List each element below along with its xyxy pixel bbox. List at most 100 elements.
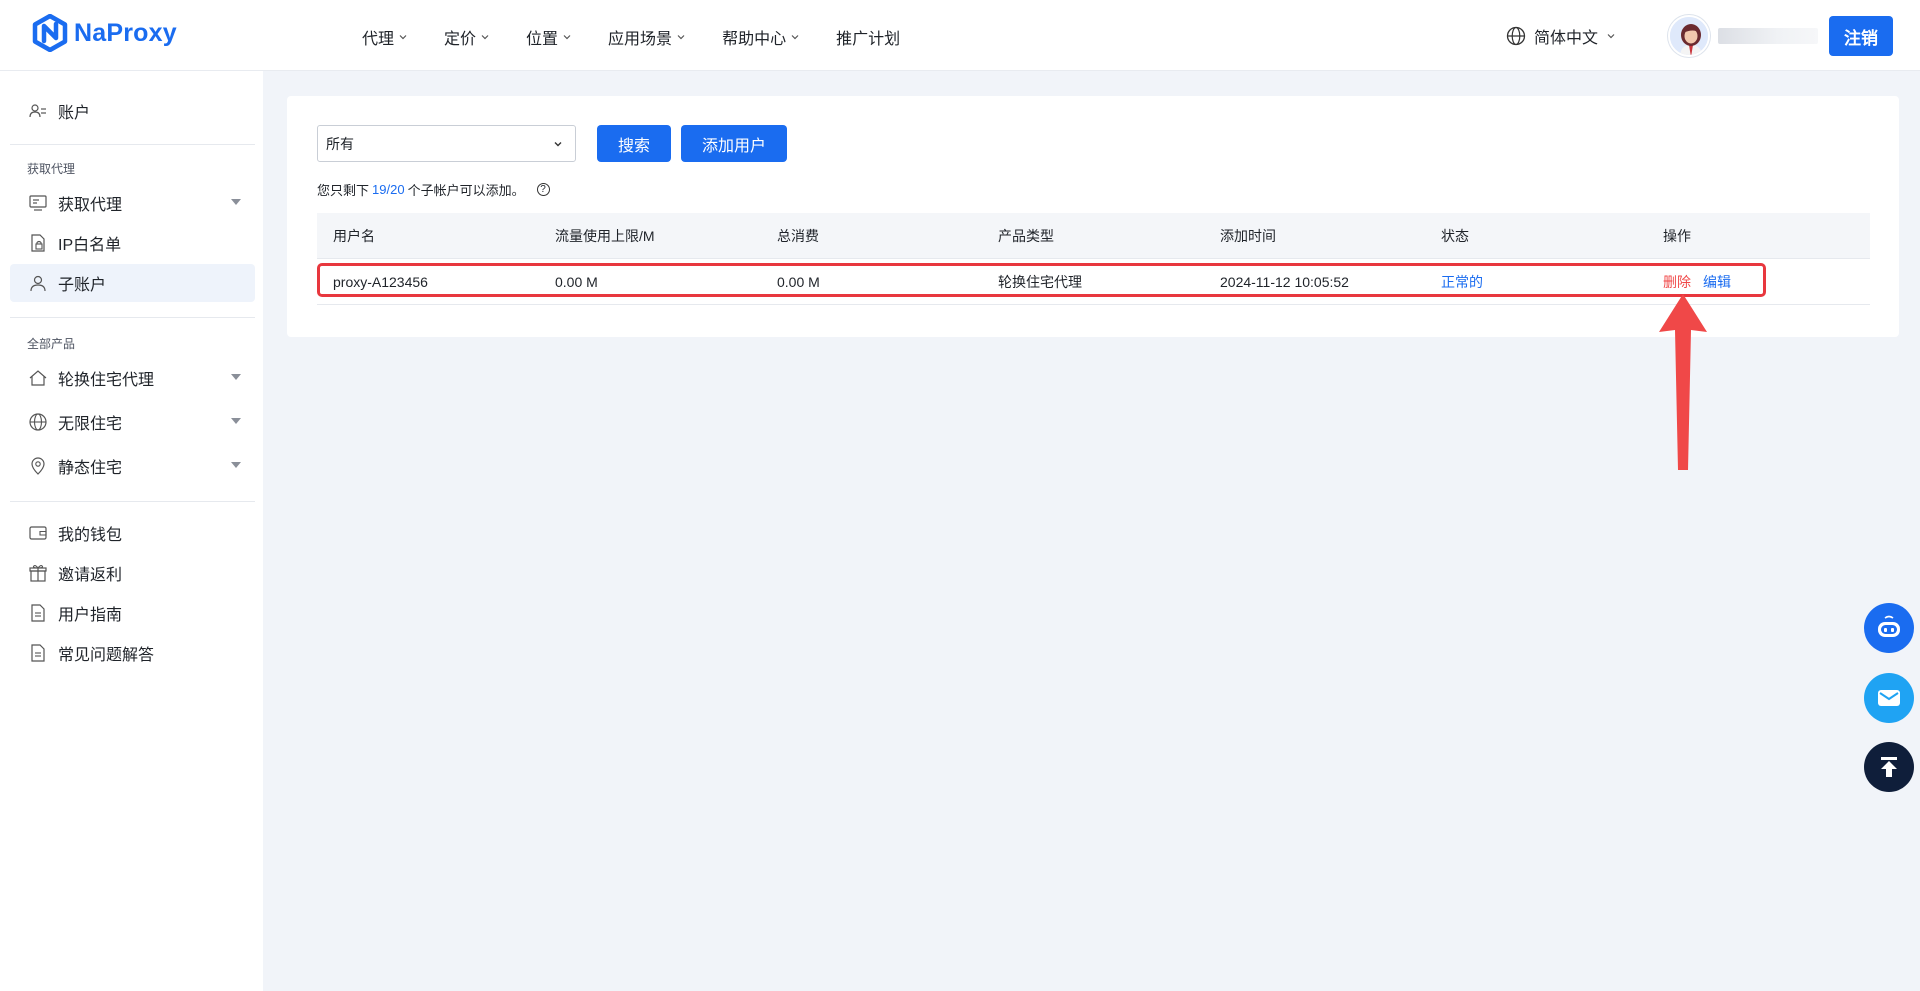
nav-label: 推广计划 [836,31,901,48]
gift-icon [29,564,47,582]
robot-chat-icon [1878,615,1900,637]
sidebar-item-label: 我的钱包 [58,527,123,544]
nav-label: 帮助中心 [722,31,787,48]
back-to-top-icon [1881,757,1897,777]
sidebar-item-label: 常见问题解答 [58,647,155,664]
wallet-icon [29,526,47,540]
username-redacted [1718,28,1818,44]
chevron-down-icon [554,142,562,147]
chevron-down-icon [791,35,799,40]
nav-item-help-center[interactable]: 帮助中心 [722,25,800,49]
location-pin-icon [31,457,45,475]
select-value: 所有 [326,135,354,152]
chevron-down-icon [481,35,489,40]
nav-item-pricing[interactable]: 定价 [444,25,490,49]
sidebar-item-label: 子账户 [58,277,107,294]
cell-product-type: 轮换住宅代理 [998,273,1082,290]
edit-button[interactable]: 编辑 [1703,274,1731,290]
notice-prefix: 您只剩下 [317,183,370,198]
sub-account-quota-notice: 您只剩下 19/20 个子帐户可以添加。 ? [317,180,550,199]
caret-down-icon [231,462,241,468]
column-header-status: 状态 [1441,227,1469,244]
cell-added-time: 2024-11-12 10:05:52 [1220,273,1349,290]
document-lock-icon [31,234,45,252]
account-icon [29,104,46,118]
cell-traffic-limit: 0.00 M [555,273,598,290]
document-icon [31,644,45,662]
brand-name: NaProxy [74,18,177,47]
naproxy-logo-icon [32,14,68,52]
sidebar-item-label: 邀请返利 [58,567,123,584]
cell-username: proxy-A123456 [333,273,428,290]
chevron-down-icon [563,35,571,40]
nav-item-affiliate[interactable]: 推广计划 [836,25,900,49]
sidebar-item-user-guide[interactable]: 用户指南 [10,594,255,632]
sidebar-item-label: 无限住宅 [58,416,123,433]
column-header-product-type: 产品类型 [998,227,1054,244]
nav-label: 代理 [362,31,395,48]
nav-label: 位置 [526,31,559,48]
annotation-arrow-icon [1659,294,1707,470]
table-header: 用户名 流量使用上限/M 总消费 产品类型 添加时间 状态 操作 [317,213,1870,259]
sub-account-table: 用户名 流量使用上限/M 总消费 产品类型 添加时间 状态 操作 proxy-A… [317,213,1870,305]
notice-suffix: 个子帐户可以添加。 [407,183,525,198]
brand-logo[interactable]: NaProxy [32,14,177,52]
sidebar-item-label: 账户 [58,105,91,122]
language-selector[interactable]: 简体中文 [1506,24,1616,48]
monitor-icon [29,195,47,211]
search-button[interactable]: 搜索 [597,125,671,162]
chatbot-button[interactable] [1864,603,1914,653]
nav-label: 定价 [444,31,477,48]
top-navigation-bar: NaProxy 代理 定价 位置 应用场景 帮助中心 推广计划 简体中文 注销 [0,0,1920,71]
sidebar-item-sub-account[interactable]: 子账户 [10,264,255,302]
sidebar-item-ip-whitelist[interactable]: IP白名单 [10,224,255,262]
column-header-username: 用户名 [333,227,375,244]
sidebar-item-account[interactable]: 账户 [10,92,255,130]
help-icon[interactable]: ? [536,183,550,196]
sidebar-item-unlimited-residential[interactable]: 无限住宅 [10,403,255,441]
sidebar-item-label: 获取代理 [58,197,123,214]
quota-count: 19/20 [372,182,405,197]
nav-item-use-cases[interactable]: 应用场景 [608,25,686,49]
back-to-top-button[interactable] [1864,742,1914,792]
document-icon [31,604,45,622]
sidebar-group-get-proxy: 获取代理 [27,162,76,176]
sidebar-item-label: 静态住宅 [58,460,123,477]
column-header-traffic-limit: 流量使用上限/M [555,227,655,244]
mail-icon [1878,690,1900,706]
column-header-total-consumption: 总消费 [777,227,819,244]
sidebar-item-wallet[interactable]: 我的钱包 [10,514,255,552]
contact-mail-button[interactable] [1864,673,1914,723]
language-label: 简体中文 [1534,30,1599,47]
cell-actions: 删除 编辑 [1663,272,1731,292]
chevron-down-icon [677,35,685,40]
delete-button[interactable]: 删除 [1663,274,1691,290]
sidebar-item-label: 轮换住宅代理 [58,372,155,389]
status-badge: 正常的 [1441,273,1483,290]
avatar[interactable] [1668,15,1710,57]
home-icon [29,370,47,386]
caret-down-icon [231,374,241,380]
caret-down-icon [231,199,241,205]
globe-icon [1506,26,1526,46]
sidebar-item-rotating-residential[interactable]: 轮换住宅代理 [10,359,255,397]
add-user-button[interactable]: 添加用户 [681,125,787,162]
table-row: proxy-A123456 0.00 M 0.00 M 轮换住宅代理 2024-… [317,259,1870,305]
nav-item-locations[interactable]: 位置 [526,25,572,49]
sidebar-divider [10,144,255,145]
sidebar-item-label: 用户指南 [58,607,123,624]
sidebar-item-invite[interactable]: 邀请返利 [10,554,255,592]
user-icon [30,275,46,292]
logout-button[interactable]: 注销 [1829,16,1893,56]
account-filter-select[interactable]: 所有 [317,125,576,162]
caret-down-icon [231,418,241,424]
column-header-actions: 操作 [1663,227,1691,244]
sidebar-item-static-residential[interactable]: 静态住宅 [10,447,255,485]
sidebar: 账户 获取代理 获取代理 IP白名单 子账户 全部产品 轮换住宅代理 无限住宅 … [0,71,263,991]
sidebar-item-faq[interactable]: 常见问题解答 [10,634,255,672]
nav-label: 应用场景 [608,31,673,48]
sidebar-item-label: IP白名单 [58,237,122,254]
nav-item-proxy[interactable]: 代理 [362,25,408,49]
cell-total-consumption: 0.00 M [777,273,820,290]
sidebar-item-get-proxy[interactable]: 获取代理 [10,184,255,222]
